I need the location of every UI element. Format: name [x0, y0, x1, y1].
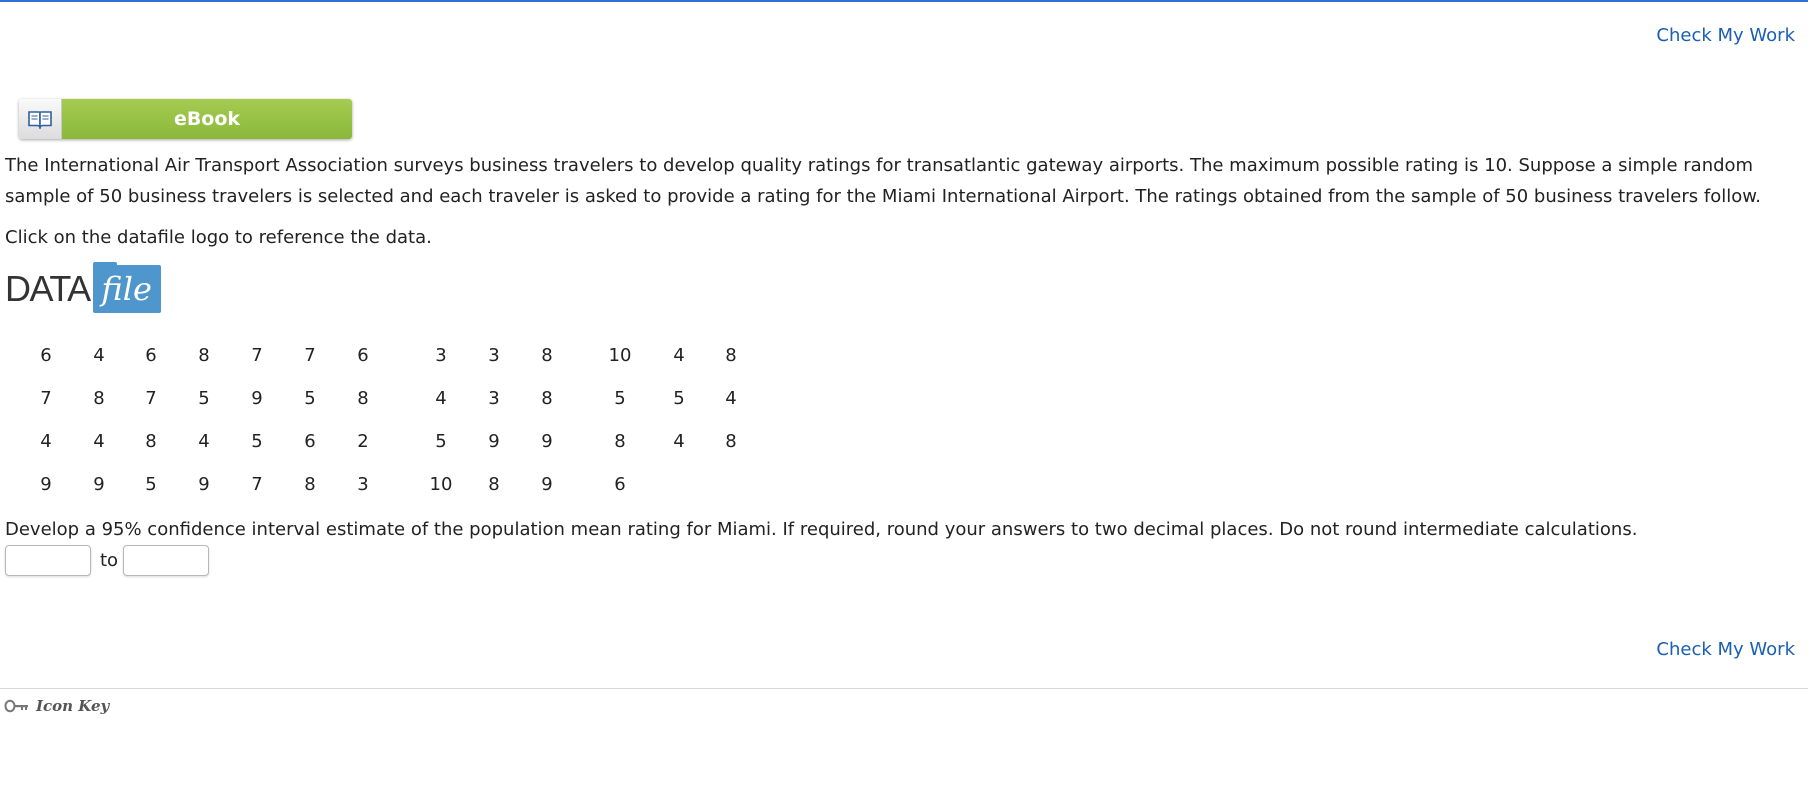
rating-value: 8 [614, 431, 626, 452]
lower-bound-input[interactable] [5, 545, 91, 576]
rating-value: 6 [614, 474, 626, 495]
rating-value: 9 [541, 474, 553, 495]
rating-value: 3 [488, 388, 500, 409]
key-icon [4, 699, 28, 713]
rating-value: 6 [40, 345, 52, 366]
datafile-data-text: DATA [5, 268, 91, 309]
rating-value: 8 [541, 388, 553, 409]
to-label: to [100, 550, 119, 571]
datafile-file-text: file [101, 270, 152, 308]
rating-value: 6 [145, 345, 157, 366]
rating-value: 10 [429, 474, 453, 495]
rating-value: 5 [304, 388, 316, 409]
rating-value: 9 [541, 431, 553, 452]
rating-value: 7 [251, 474, 263, 495]
rating-value: 10 [608, 345, 632, 366]
rating-value: 8 [357, 388, 369, 409]
footer-divider [0, 688, 1808, 689]
rating-value: 5 [145, 474, 157, 495]
rating-value: 4 [93, 431, 105, 452]
rating-value: 6 [357, 345, 369, 366]
ratings-row: 7 8 7 5 9 5 8 4 3 8 5 5 4 [0, 377, 760, 420]
ebook-icon-box [19, 99, 62, 139]
rating-value: 3 [357, 474, 369, 495]
rating-value: 8 [198, 345, 210, 366]
datafile-logo[interactable]: DATA file [5, 262, 161, 315]
ratings-row: 4 4 8 4 5 6 2 5 9 9 8 4 8 [0, 420, 760, 463]
rating-value: 5 [614, 388, 626, 409]
rating-value: 4 [198, 431, 210, 452]
rating-value: 8 [541, 345, 553, 366]
problem-intro: The International Air Transport Associat… [5, 155, 1762, 207]
rating-value: 7 [40, 388, 52, 409]
rating-value: 4 [93, 345, 105, 366]
rating-value: 5 [198, 388, 210, 409]
ratings-row: 6 4 6 8 7 7 6 3 3 8 10 4 8 [0, 334, 760, 377]
rating-value: 7 [304, 345, 316, 366]
rating-value: 8 [725, 431, 737, 452]
rating-value: 2 [357, 431, 369, 452]
icon-key-label: Icon Key [36, 697, 110, 715]
rating-value: 6 [304, 431, 316, 452]
ebook-label: eBook [62, 99, 352, 139]
rating-value: 9 [93, 474, 105, 495]
rating-value: 5 [673, 388, 685, 409]
rating-value: 9 [251, 388, 263, 409]
rating-value: 8 [725, 345, 737, 366]
ratings-table: 6 4 6 8 7 7 6 3 3 8 10 4 8 7 8 7 5 9 5 8 4 3 8 5 5 4 4 4 8 4 5 6 2 5 9 9 8 4 8… [0, 334, 760, 506]
rating-value: 3 [488, 345, 500, 366]
check-my-work-link-bottom[interactable]: Check My Work [1656, 639, 1795, 660]
ratings-row: 9 9 5 9 7 8 3 10 8 9 6 [0, 463, 760, 506]
rating-value: 4 [725, 388, 737, 409]
ebook-button[interactable]: eBook [19, 99, 352, 139]
rating-value: 8 [145, 431, 157, 452]
book-icon [28, 111, 52, 129]
top-border [0, 0, 1808, 2]
datafile-instruction: Click on the datafile logo to reference … [5, 227, 432, 248]
rating-value: 4 [40, 431, 52, 452]
datafile-folder-icon: file [92, 262, 161, 313]
rating-value: 5 [251, 431, 263, 452]
rating-value: 4 [435, 388, 447, 409]
rating-value: 9 [40, 474, 52, 495]
question-text: Develop a 95% confidence interval estima… [5, 519, 1638, 540]
rating-value: 9 [198, 474, 210, 495]
rating-value: 4 [673, 431, 685, 452]
rating-value: 7 [145, 388, 157, 409]
rating-value: 9 [488, 431, 500, 452]
upper-bound-input[interactable] [123, 545, 209, 576]
rating-value: 7 [251, 345, 263, 366]
rating-value: 8 [93, 388, 105, 409]
check-my-work-link-top[interactable]: Check My Work [1656, 25, 1795, 46]
rating-value: 8 [304, 474, 316, 495]
rating-value: 5 [435, 431, 447, 452]
rating-value: 4 [673, 345, 685, 366]
rating-value: 3 [435, 345, 447, 366]
rating-value: 8 [488, 474, 500, 495]
icon-key-link[interactable]: Icon Key [4, 697, 109, 715]
